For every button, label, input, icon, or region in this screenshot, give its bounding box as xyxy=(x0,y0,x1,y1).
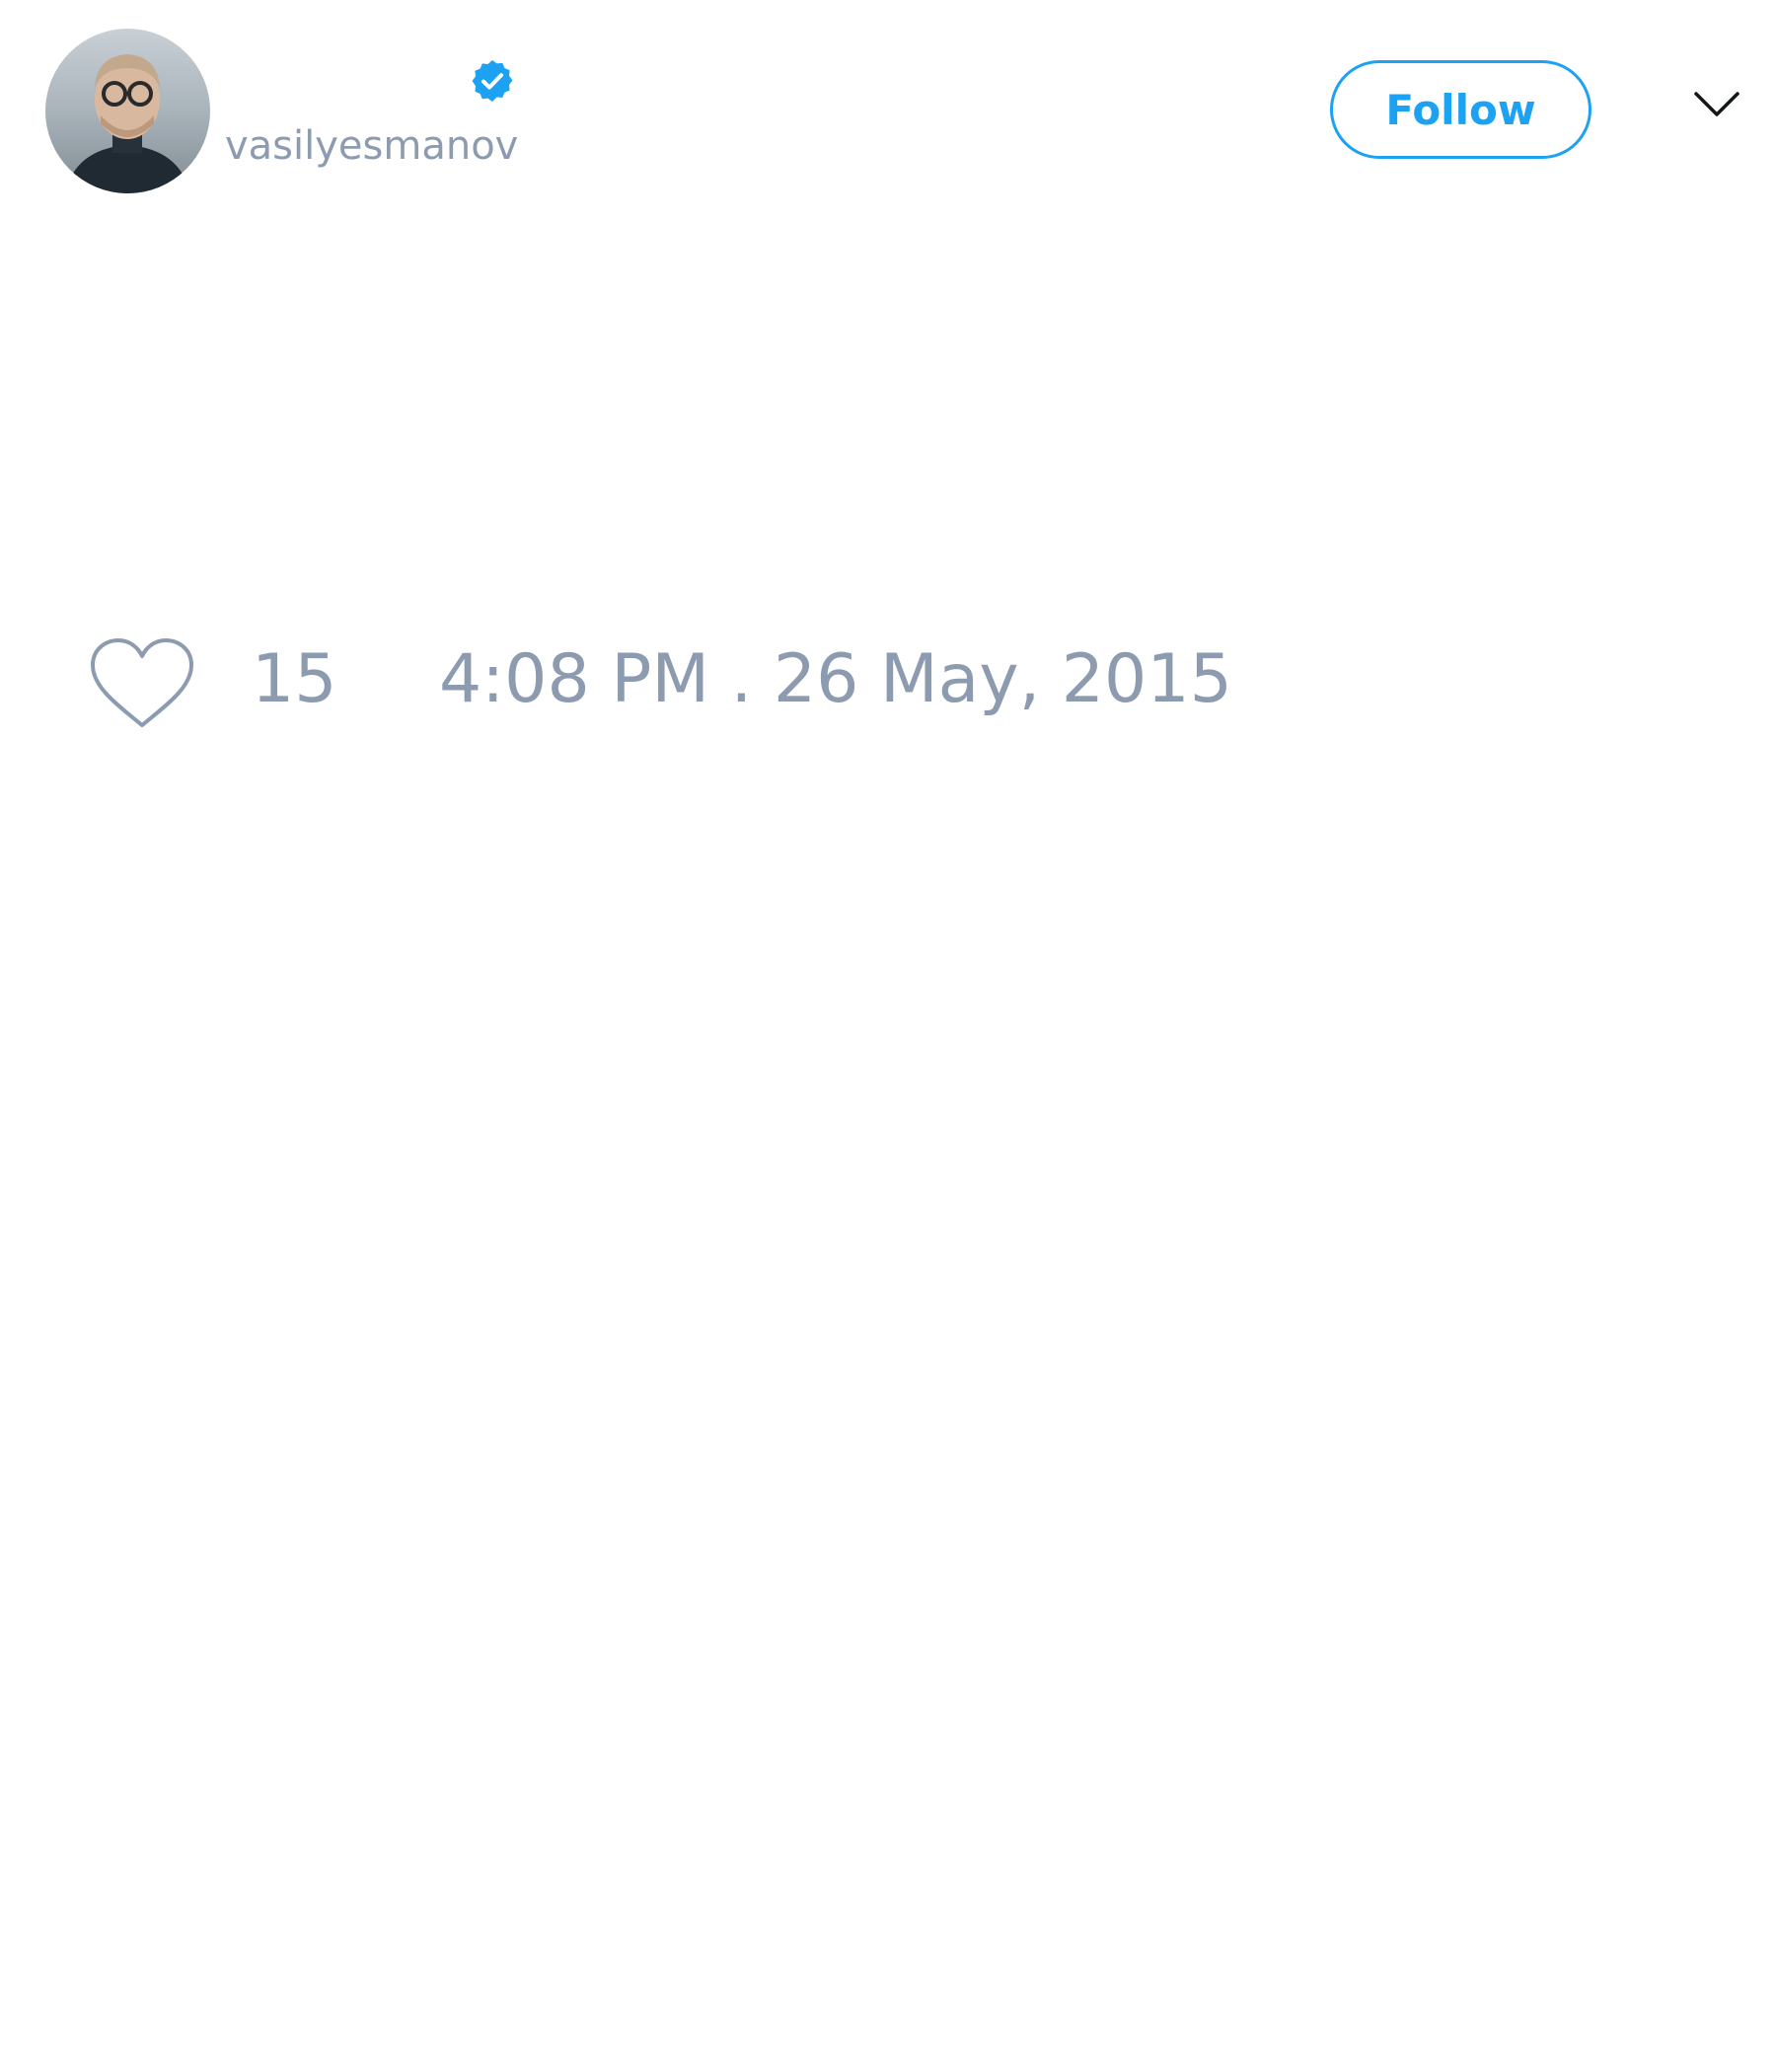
heart-outline-icon[interactable] xyxy=(89,636,195,731)
avatar-photo xyxy=(45,29,210,193)
avatar[interactable] xyxy=(45,29,210,193)
chevron-down-icon[interactable] xyxy=(1693,89,1740,120)
author-handle[interactable]: vasilyesmanov xyxy=(225,126,518,166)
tweet-timestamp[interactable]: 4:08 PM . 26 May, 2015 xyxy=(439,646,1232,713)
like-count: 15 xyxy=(252,640,337,718)
follow-button[interactable]: Follow xyxy=(1330,60,1591,159)
verified-badge-icon xyxy=(472,60,513,102)
